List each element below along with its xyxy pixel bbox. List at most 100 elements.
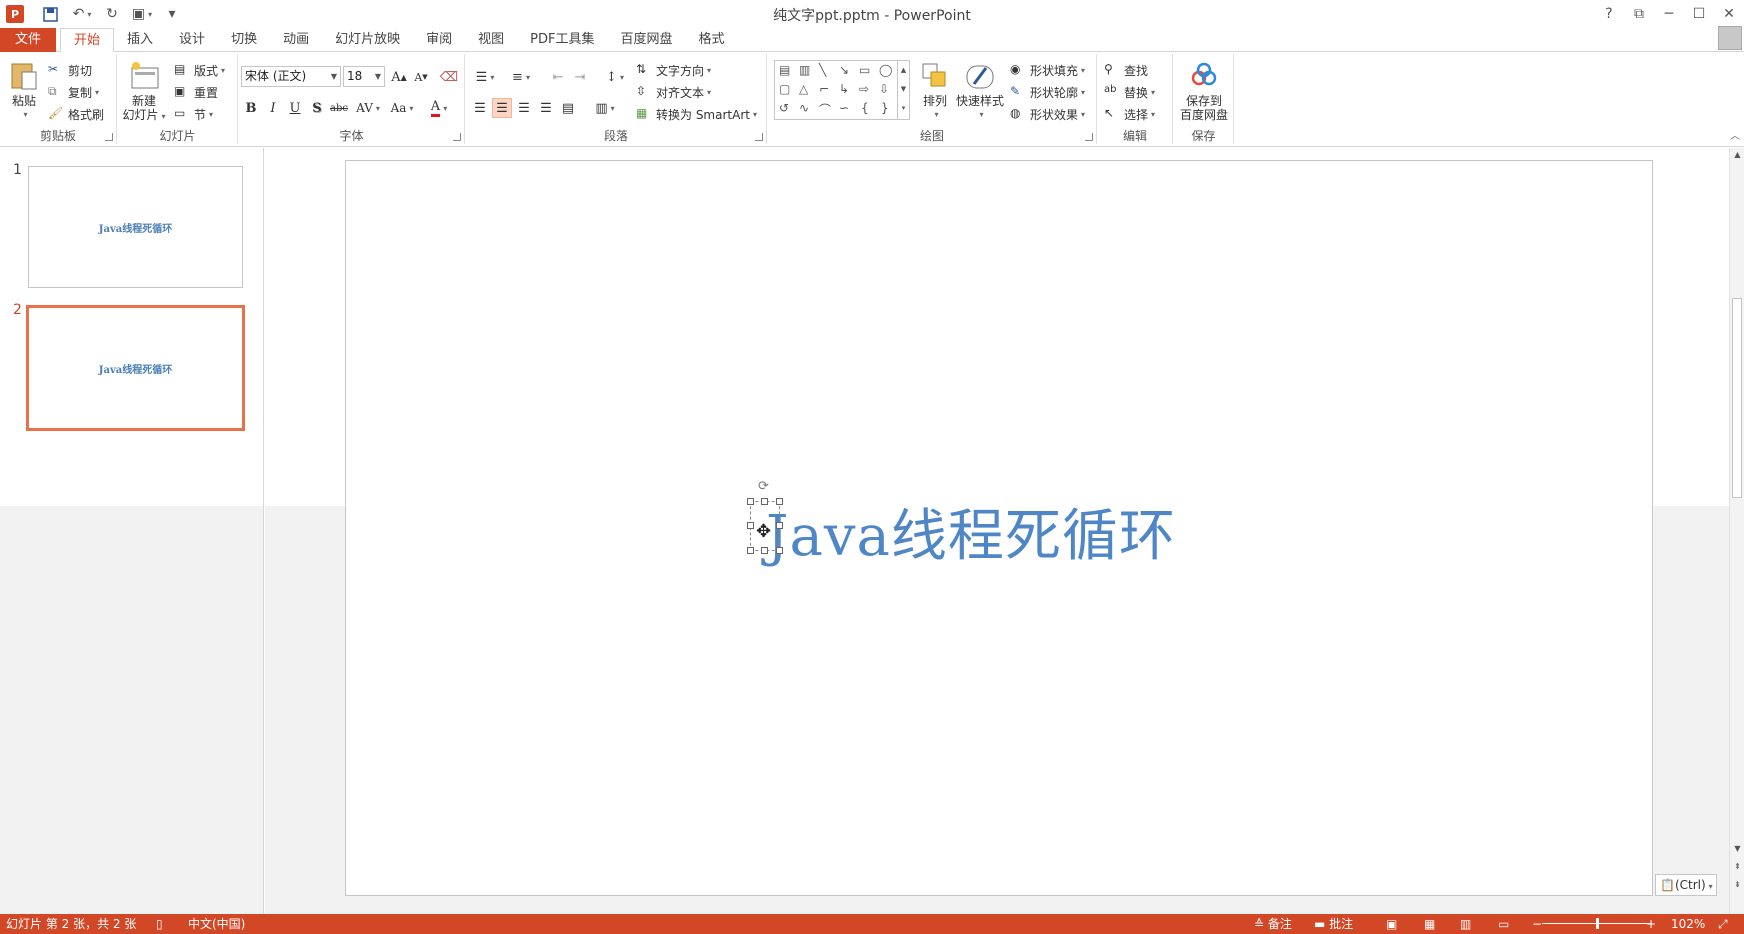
vertical-textbox-icon[interactable]: ▥ [799, 63, 810, 77]
copy-button[interactable]: ⧉ 复制 ▾ [48, 82, 99, 102]
align-text-button[interactable]: ⇳ 对齐文本 ▾ [636, 82, 711, 102]
strikethrough-button[interactable]: abc [329, 98, 349, 118]
paste-button[interactable]: 粘贴 ▾ [6, 60, 42, 122]
elbow-connector-icon[interactable]: ⌐ [819, 82, 829, 96]
distributed-icon[interactable]: ▤ [558, 98, 578, 118]
tab-home[interactable]: 开始 [60, 28, 115, 53]
tab-baidu-netdisk[interactable]: 百度网盘 [607, 28, 685, 52]
tab-file[interactable]: 文件 [0, 28, 57, 52]
zoom-in-icon[interactable]: + [1646, 914, 1656, 934]
resize-handle[interactable] [776, 498, 783, 505]
oval-icon[interactable]: ◯ [879, 63, 892, 77]
font-launcher-icon[interactable] [453, 133, 461, 141]
grow-font-button[interactable]: A ▲ [389, 67, 409, 87]
save-to-netdisk-button[interactable]: 保存到 百度网盘 [1176, 60, 1232, 122]
clipboard-launcher-icon[interactable] [105, 133, 113, 141]
notes-button[interactable]: ≙ 备注 [1254, 914, 1292, 934]
cut-button[interactable]: ✂ 剪切 [48, 60, 92, 80]
resize-handle[interactable] [747, 547, 754, 554]
tab-review[interactable]: 审阅 [413, 28, 465, 52]
spell-check-icon[interactable]: ▯ [156, 914, 163, 934]
close-icon[interactable]: ✕ [1714, 3, 1744, 25]
textbox-icon[interactable]: ▤ [779, 63, 790, 77]
next-slide-icon[interactable]: ⇟ [1730, 880, 1744, 889]
font-name-combo[interactable]: 宋体 (正文) ▼ [241, 66, 341, 87]
arrow-line-icon[interactable]: ↘ [839, 63, 849, 77]
arc-icon[interactable]: ⌒ [819, 101, 831, 118]
change-case-button[interactable]: Aa ▾ [387, 98, 417, 118]
user-avatar[interactable] [1718, 26, 1742, 50]
slide-thumbnail-2[interactable]: Java线程死循环 [26, 305, 245, 431]
font-color-button[interactable]: A ▾ [425, 98, 453, 118]
scroll-up-icon[interactable]: ▲ [1730, 150, 1744, 159]
line-icon[interactable]: ╲ [819, 63, 826, 77]
rectangle-icon[interactable]: ▭ [859, 63, 870, 77]
section-button[interactable]: ▭ 节 ▾ [174, 104, 213, 124]
resize-handle[interactable] [747, 498, 754, 505]
italic-button[interactable]: I [263, 98, 283, 118]
shapes-gallery[interactable]: ▤ ▥ ╲ ↘ ▭ ◯ ▢ △ ⌐ ↳ ⇨ ⇩ ↺ ∿ ⌒ ∽ { } ▲ ▼ ▾ [774, 60, 910, 120]
drawing-launcher-icon[interactable] [1085, 133, 1093, 141]
collapse-ribbon-icon[interactable]: ︿ [1730, 127, 1740, 142]
tab-design[interactable]: 设计 [166, 28, 218, 52]
zoom-level[interactable]: 102% [1671, 914, 1705, 934]
shape-fill-button[interactable]: ◉ 形状填充 ▾ [1010, 60, 1085, 80]
rotate-handle-icon[interactable]: ⟳ [758, 479, 769, 494]
numbering-icon[interactable]: ≡ ▾ [506, 67, 536, 87]
fit-slide-icon[interactable]: ⤢ [1718, 914, 1728, 934]
layout-button[interactable]: ▤ 版式 ▾ [174, 60, 225, 80]
underline-button[interactable]: U [285, 98, 305, 118]
previous-slide-icon[interactable]: ⇞ [1730, 862, 1744, 871]
normal-view-icon[interactable]: ▣ [1386, 914, 1397, 934]
paste-options-button[interactable]: 📋(Ctrl) ▾ [1655, 874, 1717, 896]
format-painter-button[interactable]: 🖌 格式刷 [48, 104, 104, 124]
text-shadow-button[interactable]: S [307, 98, 327, 118]
resize-handle[interactable] [776, 547, 783, 554]
select-button[interactable]: ↖ 选择 ▾ [1104, 104, 1155, 124]
slide-thumbnail-1[interactable]: Java线程死循环 [28, 166, 243, 288]
right-brace-icon[interactable]: } [881, 101, 889, 115]
slide-canvas[interactable]: Java线程死循环 ⟳ ✥ [345, 160, 1653, 896]
gallery-scroll[interactable]: ▲ ▼ ▾ [897, 61, 909, 119]
reading-view-icon[interactable]: ▥ [1460, 914, 1471, 934]
left-brace-icon[interactable]: { [861, 101, 869, 115]
tab-view[interactable]: 视图 [465, 28, 517, 52]
ribbon-display-options-icon[interactable]: ⧉ [1624, 3, 1654, 25]
zoom-out-icon[interactable]: − [1532, 914, 1542, 934]
tab-format[interactable]: 格式 [685, 28, 737, 52]
tab-transitions[interactable]: 切换 [218, 28, 270, 52]
align-right-icon[interactable]: ☰ [514, 98, 534, 118]
resize-handle[interactable] [776, 522, 783, 529]
shape-effects-button[interactable]: ◍ 形状效果 ▾ [1010, 104, 1085, 124]
find-button[interactable]: ⚲ 查找 [1104, 60, 1148, 80]
scroll-down-icon[interactable]: ▼ [1730, 844, 1744, 853]
tab-animations[interactable]: 动画 [270, 28, 322, 52]
minimize-icon[interactable]: ─ [1654, 3, 1684, 25]
text-direction-button[interactable]: ⇅ 文字方向 ▾ [636, 60, 711, 80]
comments-button[interactable]: ▬ 批注 [1314, 914, 1353, 934]
resize-handle[interactable] [747, 522, 754, 529]
quick-styles-button[interactable]: 快速样式 ▾ [954, 60, 1006, 122]
maximize-icon[interactable]: ☐ [1684, 3, 1714, 25]
help-button[interactable]: ? [1594, 3, 1624, 25]
vertical-scrollbar[interactable]: ▲ ▼ ⇞ ⇟ [1729, 148, 1744, 914]
new-slide-button[interactable]: 新建 幻灯片 ▾ [122, 60, 166, 124]
reset-button[interactable]: ▣ 重置 [174, 82, 218, 102]
shrink-font-button[interactable]: A ▼ [411, 67, 431, 87]
zoom-slider-knob[interactable] [1596, 918, 1600, 929]
shape-outline-button[interactable]: ✎ 形状轮廓 ▾ [1010, 82, 1085, 102]
language-indicator[interactable]: 中文(中国) [188, 914, 245, 934]
tab-pdf-tools[interactable]: PDF工具集 [517, 28, 607, 52]
decrease-indent-icon[interactable]: ⇤ [548, 67, 568, 87]
slide-sorter-icon[interactable]: ▦ [1424, 914, 1435, 934]
tab-slideshow[interactable]: 幻灯片放映 [322, 28, 413, 52]
replace-button[interactable]: ab 替换 ▾ [1104, 82, 1155, 102]
convert-smartart-button[interactable]: ▦ 转换为 SmartArt ▾ [636, 104, 757, 124]
curve-icon[interactable]: ∽ [839, 101, 849, 115]
triangle-icon[interactable]: △ [799, 82, 808, 96]
rounded-rect-icon[interactable]: ▢ [779, 82, 790, 96]
down-arrow-shape-icon[interactable]: ⇩ [879, 82, 889, 96]
clear-formatting-icon[interactable]: ⌫ [439, 67, 459, 87]
freeform-icon[interactable]: ↺ [779, 101, 789, 115]
font-size-combo[interactable]: 18 ▼ [343, 66, 385, 87]
